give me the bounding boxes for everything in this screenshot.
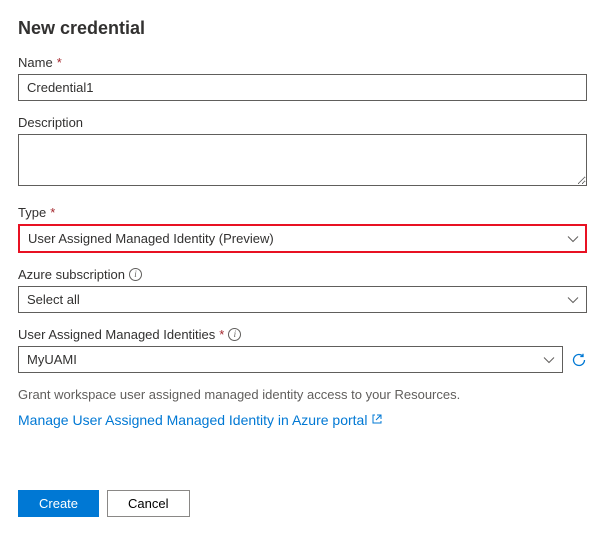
subscription-label: Azure subscription (18, 267, 125, 282)
required-asterisk: * (57, 55, 62, 70)
field-uami: User Assigned Managed Identities * i (18, 327, 587, 373)
uami-label: User Assigned Managed Identities (18, 327, 215, 342)
manage-identity-link[interactable]: Manage User Assigned Managed Identity in… (18, 412, 383, 428)
helper-text: Grant workspace user assigned managed id… (18, 387, 587, 402)
field-subscription: Azure subscription i (18, 267, 587, 313)
info-icon[interactable]: i (129, 268, 142, 281)
field-name: Name * (18, 55, 587, 101)
required-asterisk: * (219, 327, 224, 342)
type-select[interactable] (18, 224, 587, 253)
description-label: Description (18, 115, 83, 130)
field-type: Type * (18, 205, 587, 253)
create-button[interactable]: Create (18, 490, 99, 517)
subscription-select[interactable] (18, 286, 587, 313)
required-asterisk: * (50, 205, 55, 220)
type-label: Type (18, 205, 46, 220)
page-title: New credential (18, 18, 587, 39)
footer: Create Cancel (18, 490, 587, 517)
external-link-icon (371, 412, 383, 428)
info-icon[interactable]: i (228, 328, 241, 341)
name-label: Name (18, 55, 53, 70)
link-text: Manage User Assigned Managed Identity in… (18, 412, 367, 428)
description-input[interactable] (18, 134, 587, 186)
cancel-button[interactable]: Cancel (107, 490, 189, 517)
field-description: Description (18, 115, 587, 191)
name-input[interactable] (18, 74, 587, 101)
uami-select[interactable] (18, 346, 563, 373)
refresh-icon[interactable] (571, 352, 587, 368)
